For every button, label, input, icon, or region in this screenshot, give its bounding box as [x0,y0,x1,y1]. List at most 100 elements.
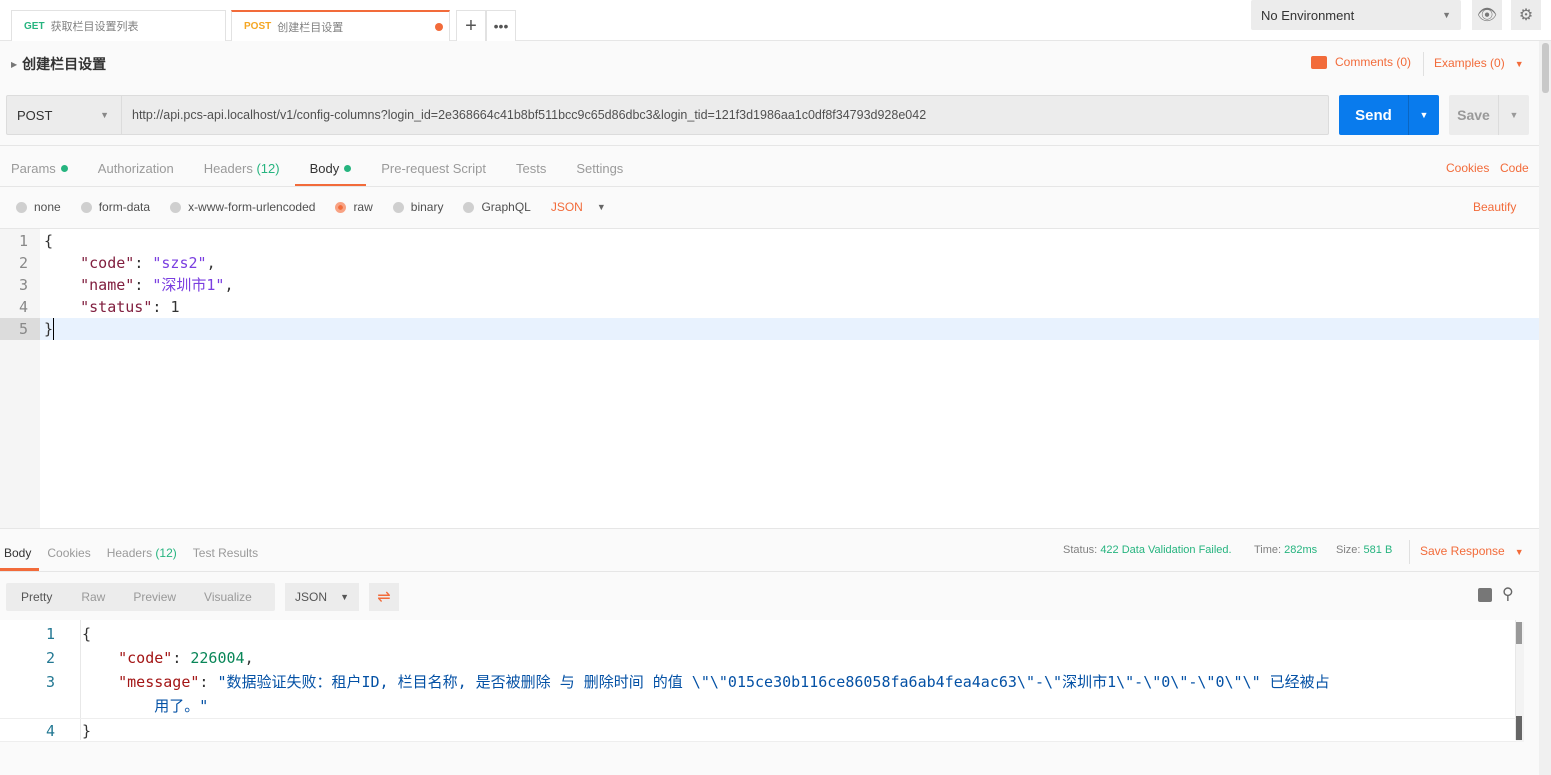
environment-select[interactable]: No Environment ▼ [1251,0,1461,30]
indicator-dot-icon [60,165,68,172]
response-format-select[interactable]: JSON ▼ [285,583,359,611]
request-tab-post[interactable]: POST 创建栏目设置 [231,10,450,41]
view-mode-group: Pretty Raw Preview Visualize [6,583,275,611]
method-label: POST [17,107,53,123]
search-icon[interactable]: ⚲ [1502,584,1514,604]
headers-count: (12) [155,546,177,560]
radio-graphql[interactable]: GraphQL [463,200,531,214]
environment-quick-look-button[interactable]: 👁 [1472,0,1502,30]
radio-binary[interactable]: binary [392,200,444,214]
tab-prerequest-script[interactable]: Pre-request Script [366,150,501,187]
radio-icon [170,201,182,213]
gear-icon: ⚙ [1518,7,1534,24]
wrap-lines-button[interactable]: ⇌ [369,583,399,611]
radio-x-www-form-urlencoded[interactable]: x-www-form-urlencoded [170,200,315,214]
response-time: Time: 282ms [1254,544,1318,556]
tab-authorization[interactable]: Authorization [83,150,189,187]
copy-icon[interactable] [1478,588,1492,602]
code-line: 3 "name": "深圳市1", [18,276,234,294]
request-tab-get[interactable]: GET 获取栏目设置列表 [11,10,226,41]
tab-label: Settings [576,161,624,176]
unsaved-dot-icon [435,23,443,31]
radio-form-data[interactable]: form-data [80,200,150,214]
tab-label: Cookies [47,546,91,560]
examples-button[interactable]: Examples (0) ▼ [1434,56,1524,70]
save-button[interactable]: Save ▼ [1449,95,1529,135]
chevron-down-icon: ▼ [1514,59,1524,69]
chevron-down-icon: ▼ [340,592,349,602]
radio-icon [392,201,404,213]
chevron-down-icon: ▼ [1514,547,1524,557]
chevron-down-icon: ▼ [100,110,109,120]
url-input[interactable]: http://api.pcs-api.localhost/v1/config-c… [122,96,926,134]
view-preview[interactable]: Preview [119,590,190,604]
more-tabs-button[interactable]: ••• [486,10,516,41]
code-link[interactable]: Code [1500,161,1529,175]
send-label: Send [1339,95,1409,135]
url-bar: POST ▼ http://api.pcs-api.localhost/v1/c… [6,95,1329,135]
tab-body[interactable]: Body [294,150,367,187]
ellipsis-icon: ••• [493,18,509,34]
tab-label: Params [11,161,56,176]
environment-label: No Environment [1261,7,1355,23]
body-format-select[interactable]: JSON ▼ [551,200,606,214]
request-name-header[interactable]: ▶ 创建栏目设置 [11,54,106,74]
wrap-icon: ⇌ [377,589,391,606]
radio-label: GraphQL [481,200,531,214]
radio-icon [80,201,92,213]
response-status: Status: 422 Data Validation Failed. [1063,544,1232,556]
radio-icon [463,201,475,213]
settings-button[interactable]: ⚙ [1511,0,1541,30]
code-line-active: 4} [0,718,1516,742]
chevron-down-icon[interactable]: ▼ [1409,95,1439,135]
tab-label: Test Results [192,546,259,560]
body-mode-options: none form-data x-www-form-urlencoded raw… [16,200,626,214]
cookies-link[interactable]: Cookies [1446,161,1489,175]
new-tab-button[interactable]: + [456,10,486,41]
tab-headers[interactable]: Headers (12) [189,150,295,187]
tab-tests[interactable]: Tests [501,150,561,187]
radio-label: x-www-form-urlencoded [188,200,316,214]
save-response-label: Save Response [1420,544,1505,558]
request-body-editor[interactable]: 1{ 2 "code": "szs2", 3 "name": "深圳市1", 4… [0,228,1539,529]
tab-response-body[interactable]: Body [0,535,40,571]
page-scrollbar[interactable] [1539,41,1551,775]
view-pretty[interactable]: Pretty [6,590,67,604]
radio-label: binary [410,200,444,214]
radio-raw[interactable]: raw [335,200,373,214]
view-visualize[interactable]: Visualize [190,590,266,604]
comment-icon [1311,55,1327,69]
format-label: JSON [295,590,328,604]
save-label: Save [1449,95,1499,135]
plus-icon: + [465,14,477,37]
tab-bar: GET 获取栏目设置列表 POST 创建栏目设置 + ••• No Enviro… [0,0,1551,41]
divider [1409,540,1410,564]
tab-settings[interactable]: Settings [561,150,638,187]
send-button[interactable]: Send ▼ [1339,95,1439,135]
tab-label: Body [309,161,340,176]
tab-label: Headers [106,546,153,560]
tab-test-results[interactable]: Test Results [185,535,266,571]
view-raw[interactable]: Raw [67,590,119,604]
method-select[interactable]: POST ▼ [7,96,122,134]
save-response-button[interactable]: Save Response ▼ [1420,544,1524,558]
radio-none[interactable]: none [16,200,61,214]
response-scrollbar[interactable] [1516,622,1524,742]
comments-button[interactable]: Comments (0) [1311,55,1411,69]
chevron-down-icon: ▼ [596,202,606,212]
response-size: Size: 581 B [1336,544,1393,556]
chevron-down-icon[interactable]: ▼ [1499,95,1529,135]
request-tabs: Params Authorization Headers (12) Body P… [0,150,638,187]
tab-params[interactable]: Params [0,150,83,187]
comments-label: Comments (0) [1335,55,1412,69]
code-line-active: 5} [0,318,1539,340]
request-name: 创建栏目设置 [22,56,107,72]
tab-response-cookies[interactable]: Cookies [39,535,98,571]
response-tabs: Body Cookies Headers (12) Test Results [0,535,266,571]
divider [0,571,1539,572]
tab-title: 创建栏目设置 [277,21,344,34]
tab-response-headers[interactable]: Headers (12) [99,535,185,571]
indicator-dot-icon [344,165,352,172]
beautify-link[interactable]: Beautify [1473,200,1516,214]
radio-selected-icon [335,201,347,213]
